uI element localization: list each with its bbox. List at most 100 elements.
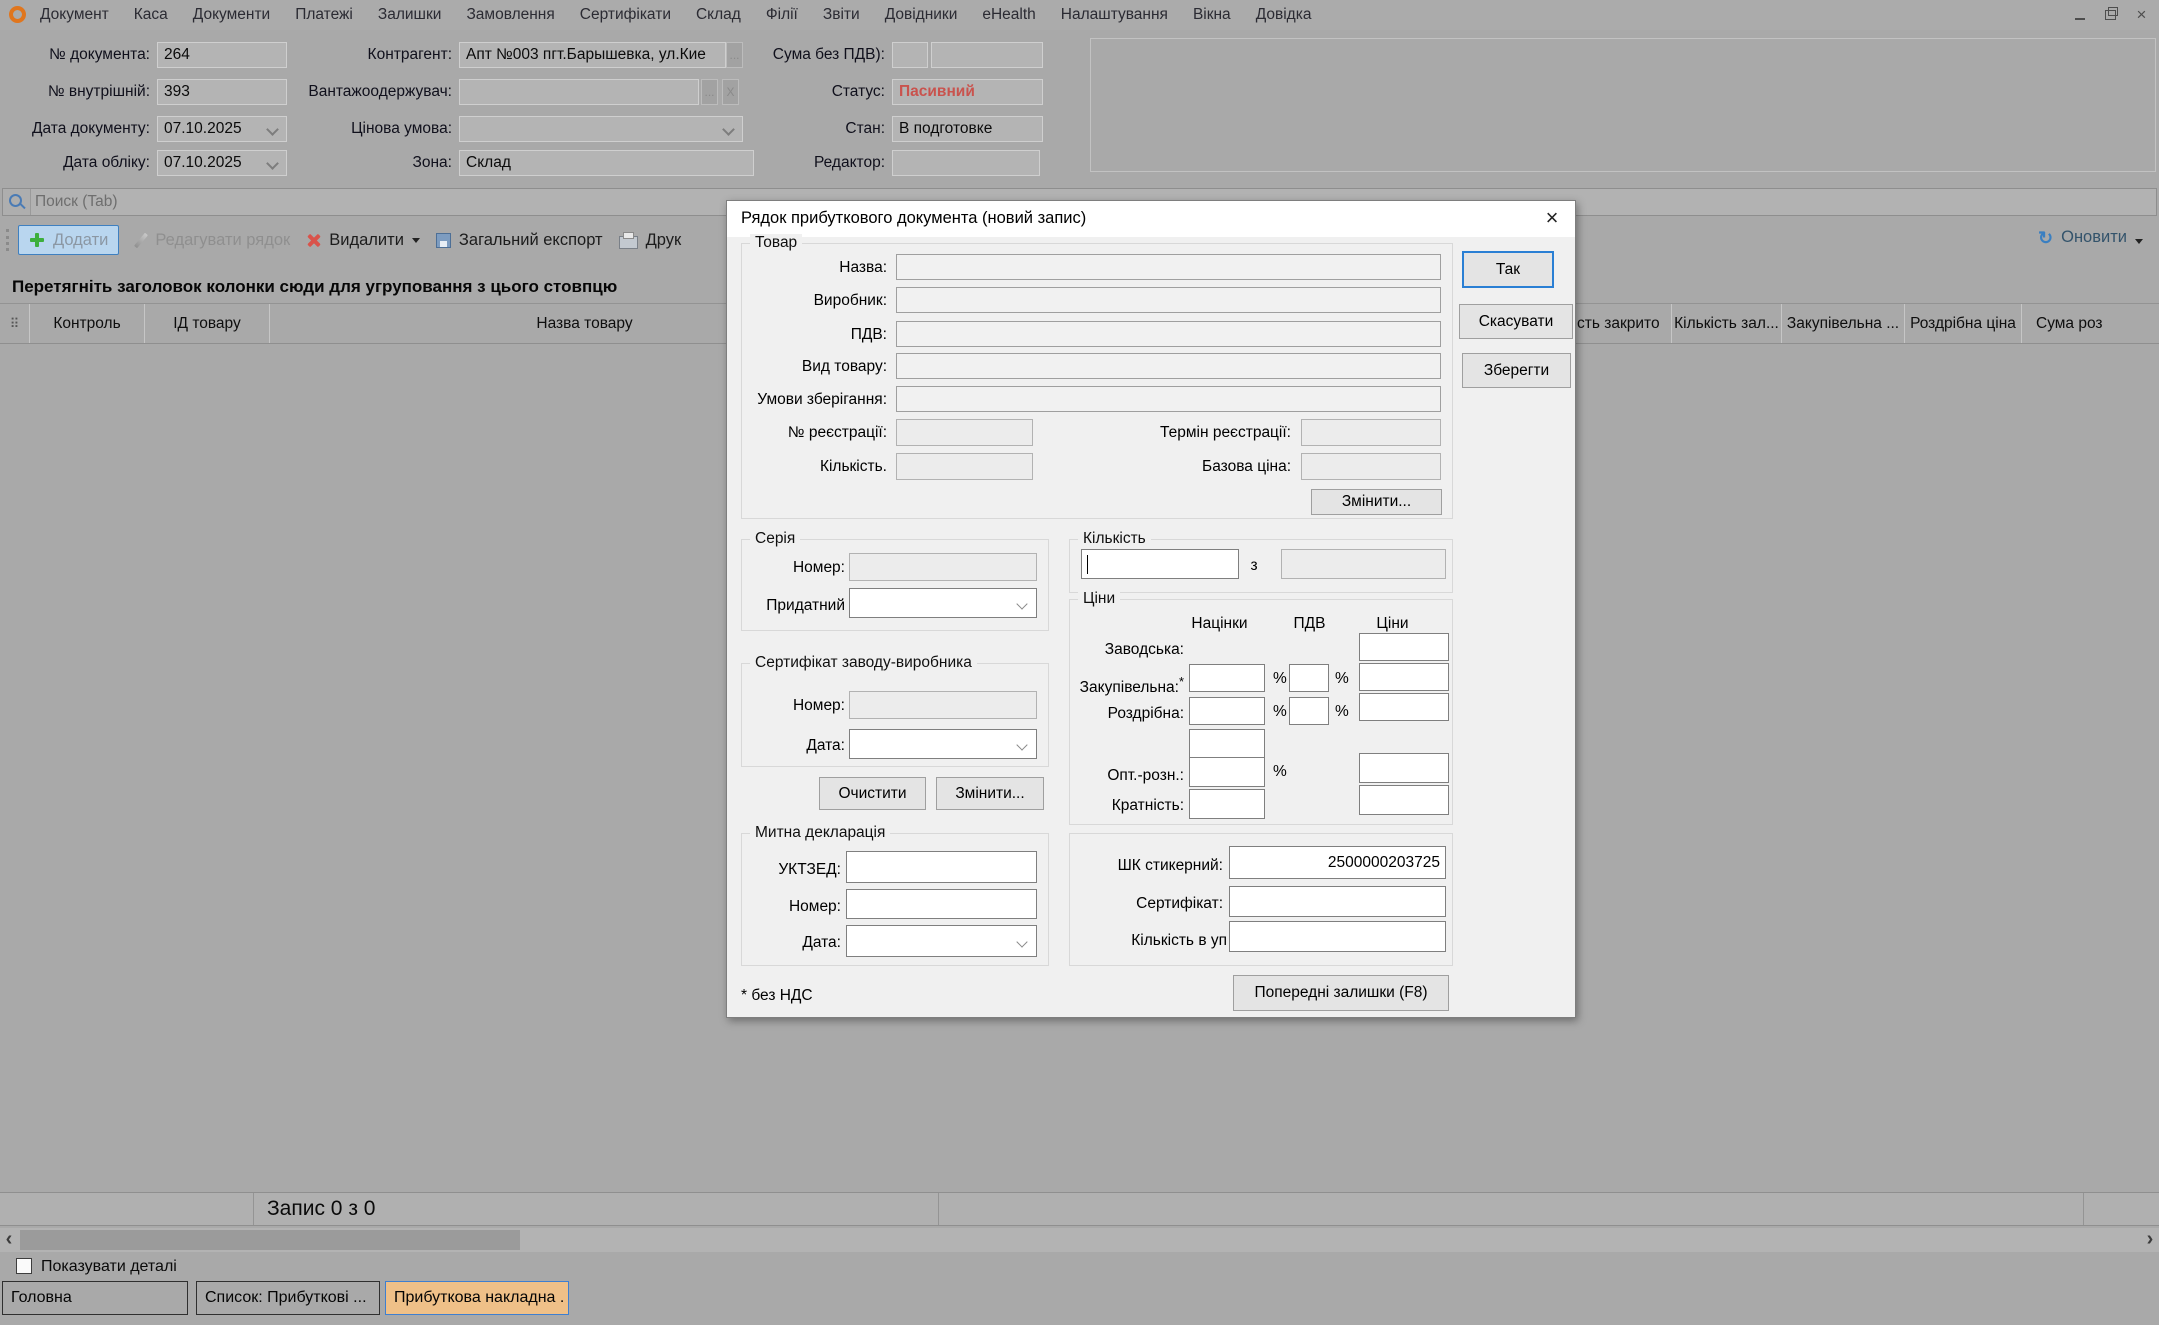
series-number-field[interactable] xyxy=(849,553,1037,581)
manufacturer-field[interactable] xyxy=(896,287,1441,313)
product-name-field[interactable] xyxy=(896,254,1441,280)
chevron-down-icon[interactable] xyxy=(266,157,279,170)
column-header-sum-retail[interactable]: Сума роз xyxy=(2022,304,2159,343)
clear-button[interactable]: Очистити xyxy=(819,777,926,810)
details-row: Показувати деталі xyxy=(0,1254,2159,1280)
wholesale-markup-input[interactable] xyxy=(1189,757,1265,787)
add-row-button[interactable]: Додати xyxy=(18,225,119,255)
reg-term-field[interactable] xyxy=(1301,419,1441,446)
general-export-button[interactable]: Загальний експорт xyxy=(436,231,603,250)
toolbar-grip-icon[interactable] xyxy=(6,229,9,251)
wholesale-price-field[interactable] xyxy=(1359,753,1449,783)
menu-item-dokumenty[interactable]: Документи xyxy=(193,6,270,24)
tab-income-invoice[interactable]: Прибуткова накладна . xyxy=(385,1281,569,1315)
contractor-field[interactable]: Апт №003 пгт.Барышевка, ул.Кие xyxy=(459,42,726,68)
internal-number-field[interactable]: 393 xyxy=(157,79,287,105)
scroll-left-icon[interactable]: ‹ xyxy=(0,1228,18,1252)
menu-item-dokument[interactable]: Документ xyxy=(40,6,109,24)
retail-vat-input[interactable] xyxy=(1289,697,1329,725)
product-type-field[interactable] xyxy=(896,353,1441,379)
menu-item-zvity[interactable]: Звіти xyxy=(823,6,860,24)
menu-item-sertyfikaty[interactable]: Сертифікати xyxy=(580,6,671,24)
product-change-button[interactable]: Змінити... xyxy=(1311,489,1442,515)
sum-no-vat-field[interactable] xyxy=(931,42,1043,68)
dialog-certificate-input[interactable] xyxy=(1229,886,1446,917)
menu-item-zamovlennia[interactable]: Замовлення xyxy=(466,6,554,24)
search-icon-box[interactable] xyxy=(3,189,31,215)
vat-column-header: ПДВ xyxy=(1282,611,1337,636)
certificate-change-button[interactable]: Змінити... xyxy=(936,777,1044,810)
menu-item-vikna[interactable]: Вікна xyxy=(1193,6,1231,24)
delete-row-button[interactable]: Видалити xyxy=(306,231,420,250)
purchase-vat-input[interactable] xyxy=(1289,664,1329,692)
close-button[interactable]: × xyxy=(2128,3,2155,26)
factory-price-field[interactable] xyxy=(1359,633,1449,661)
minimize-button[interactable] xyxy=(2066,3,2093,26)
edit-row-button[interactable]: Редагувати рядок xyxy=(135,231,290,250)
series-valid-combobox[interactable] xyxy=(849,588,1037,618)
doc-number-field[interactable]: 264 xyxy=(157,42,287,68)
ok-button[interactable]: Так xyxy=(1462,251,1554,288)
doc-date-field[interactable]: 07.10.2025 xyxy=(157,116,287,142)
column-header-control[interactable]: Контроль xyxy=(30,304,145,343)
retail-price-field[interactable] xyxy=(1359,693,1449,721)
dialog-quantity-info-field[interactable] xyxy=(896,453,1033,480)
menu-item-dovidka[interactable]: Довідка xyxy=(1256,6,1312,24)
menu-item-zalyshky[interactable]: Залишки xyxy=(378,6,442,24)
menu-item-ehealth[interactable]: eHealth xyxy=(982,6,1035,24)
base-price-field[interactable] xyxy=(1301,453,1441,480)
dialog-certificate-label: Сертифікат: xyxy=(1081,891,1223,916)
menu-item-kasa[interactable]: Каса xyxy=(134,6,168,24)
multiplicity-input[interactable] xyxy=(1189,789,1265,819)
uktzed-input[interactable] xyxy=(846,851,1037,883)
scrollbar-thumb[interactable] xyxy=(20,1230,520,1250)
income-row-dialog: Рядок прибуткового документа (новий запи… xyxy=(726,200,1576,1018)
product-type-label: Вид товару: xyxy=(735,354,887,379)
reg-number-field[interactable] xyxy=(896,419,1033,446)
menu-item-dovidnyky[interactable]: Довідники xyxy=(885,6,958,24)
menu-item-nalashtuvannia[interactable]: Налаштування xyxy=(1061,6,1168,24)
retail-markup-input[interactable] xyxy=(1189,697,1265,725)
scroll-right-icon[interactable]: › xyxy=(2141,1228,2159,1252)
menu-item-filii[interactable]: Філії xyxy=(766,6,798,24)
purchase-price-field[interactable] xyxy=(1359,663,1449,691)
column-header-product-id[interactable]: ІД товару xyxy=(145,304,270,343)
per-pack-input[interactable] xyxy=(1229,921,1446,952)
customs-date-combobox[interactable] xyxy=(846,925,1037,957)
customs-number-input[interactable] xyxy=(846,889,1037,919)
column-header-retail-price[interactable]: Роздрібна ціна xyxy=(1905,304,2022,343)
column-header-qty-remaining[interactable]: Кількість зал... xyxy=(1672,304,1782,343)
series-valid-label: Придатний xyxy=(735,593,845,618)
chevron-down-icon[interactable] xyxy=(266,123,279,136)
tab-income-list[interactable]: Список: Прибуткові ... xyxy=(196,1281,380,1315)
accounting-date-field[interactable]: 07.10.2025 xyxy=(157,150,287,176)
storage-conditions-field[interactable] xyxy=(896,386,1441,412)
quantity-input[interactable] xyxy=(1081,549,1239,579)
save-button[interactable]: Зберегти xyxy=(1462,353,1571,388)
horizontal-scrollbar[interactable]: ‹ › xyxy=(0,1228,2159,1252)
factory-cert-number-field[interactable] xyxy=(849,691,1037,719)
sum-no-vat-field-small[interactable] xyxy=(892,42,928,68)
cancel-button[interactable]: Скасувати xyxy=(1459,304,1573,339)
restore-button[interactable] xyxy=(2097,3,2124,26)
refresh-button[interactable]: ↻ Оновити xyxy=(2038,228,2143,247)
vat-field[interactable] xyxy=(896,321,1441,347)
sticker-barcode-field[interactable]: 2500000203725 xyxy=(1229,846,1446,879)
price-condition-field[interactable] xyxy=(459,116,743,142)
purchase-markup-input[interactable] xyxy=(1189,664,1265,692)
show-details-checkbox[interactable] xyxy=(16,1258,32,1274)
factory-cert-date-combobox[interactable] xyxy=(849,729,1037,759)
print-button[interactable]: Друк xyxy=(619,231,682,250)
consignee-field[interactable] xyxy=(459,79,699,105)
tab-main[interactable]: Головна xyxy=(2,1281,188,1315)
dialog-title-bar[interactable]: Рядок прибуткового документа (новий запи… xyxy=(727,201,1575,237)
menu-item-sklad[interactable]: Склад xyxy=(696,6,741,24)
row-grip-icon[interactable]: ⠿ xyxy=(0,304,30,343)
previous-stock-button[interactable]: Попередні залишки (F8) xyxy=(1233,975,1449,1011)
dialog-close-button[interactable]: × xyxy=(1537,205,1567,233)
menu-item-platezhi[interactable]: Платежі xyxy=(295,6,353,24)
factory-cert-number-label: Номер: xyxy=(735,693,845,718)
quantity-total-field[interactable] xyxy=(1281,549,1446,579)
column-header-purchase-price[interactable]: Закупівельна ... xyxy=(1782,304,1905,343)
multiplicity-price-field[interactable] xyxy=(1359,785,1449,815)
